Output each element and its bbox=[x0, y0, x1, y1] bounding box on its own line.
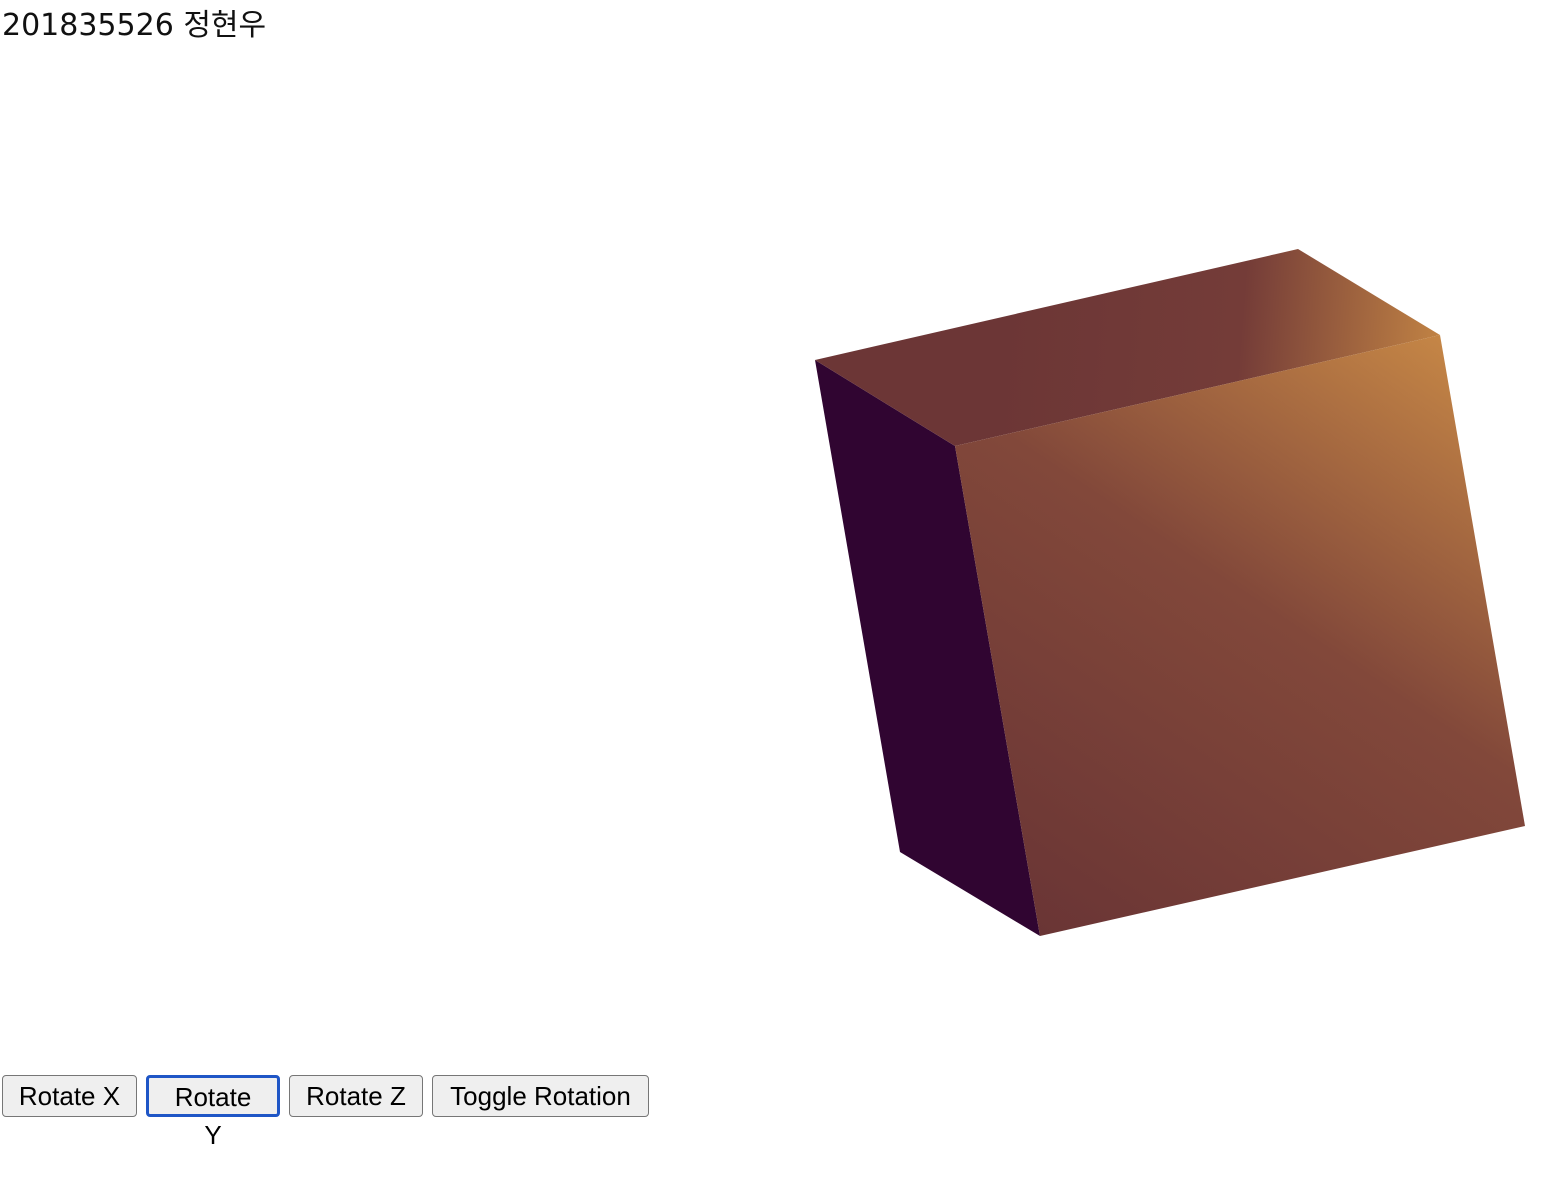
rotate-z-button[interactable]: Rotate Z bbox=[289, 1075, 423, 1117]
student-id-name: 201835526 정현우 bbox=[2, 8, 267, 43]
webgl-canvas bbox=[815, 249, 1525, 936]
rotate-x-button[interactable]: Rotate X bbox=[2, 1075, 137, 1117]
rotation-controls: Rotate X Rotate Y Rotate Z Toggle Rotati… bbox=[2, 1075, 649, 1150]
rotate-y-button[interactable]: Rotate Y bbox=[146, 1075, 280, 1150]
cube bbox=[815, 249, 1525, 936]
toggle-rotation-button[interactable]: Toggle Rotation bbox=[432, 1075, 649, 1117]
